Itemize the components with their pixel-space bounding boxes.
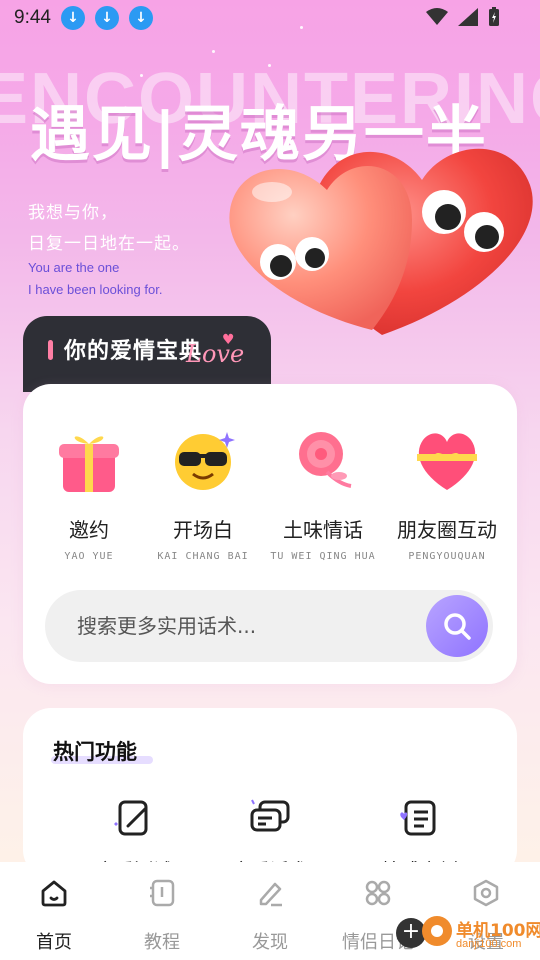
search-bar	[45, 590, 493, 662]
wifi-icon	[426, 8, 448, 25]
sunglasses-emoji-icon	[175, 432, 235, 490]
hero-line-2: 日复一日地在一起。	[28, 234, 190, 254]
battery-icon	[489, 7, 499, 26]
category-label: 土味情话	[283, 518, 363, 542]
category-pinyin: KAI CHANG BAI	[157, 551, 249, 562]
hero-english-1: You are the one	[28, 260, 120, 275]
chat-bubble-icon	[250, 799, 290, 832]
sparkle	[212, 50, 215, 53]
watermark-circle-icon	[422, 916, 452, 946]
category-tuweiqinghua[interactable]: 土味情话 TU WEI QING HUA	[263, 424, 383, 562]
home-icon	[41, 880, 67, 907]
search-input[interactable]	[77, 590, 417, 662]
category-kaichangbai[interactable]: 开场白 KAI CHANG BAI	[143, 424, 263, 562]
status-time: 9:44	[14, 7, 51, 28]
love-guide-card: 邀约 YAO YUE 开场白 KAI CHANG BAI 土味情话 TU WEI…	[23, 384, 517, 684]
list-document-icon	[400, 800, 436, 836]
watermark-url: danji100.com	[456, 938, 522, 950]
search-button[interactable]	[426, 595, 488, 657]
rose-icon	[299, 432, 352, 488]
category-pinyin: TU WEI QING HUA	[270, 551, 376, 562]
category-label: 开场白	[173, 518, 233, 542]
hero-line-1: 我想与你，	[28, 203, 118, 223]
signal-icon	[458, 8, 478, 26]
category-label: 邀约	[69, 518, 109, 542]
heart-gift-icon	[417, 433, 477, 490]
search-icon	[444, 613, 471, 640]
category-yaoyue[interactable]: 邀约 YAO YUE	[29, 424, 149, 562]
status-icons	[426, 7, 500, 27]
settings-icon	[473, 879, 499, 907]
watermark-logo: + 单机100网 danji100.com	[390, 914, 540, 960]
category-pinyin: YAO YUE	[64, 551, 114, 562]
nav-label: 首页	[36, 932, 72, 953]
download-icon: ↓	[94, 6, 119, 30]
love-guide-title: 你的爱情宝典	[64, 339, 203, 364]
download-icon: ↓	[60, 6, 85, 30]
category-pengyouquan[interactable]: 朋友圈互动 PENGYOUQUAN	[387, 424, 507, 562]
sparkle	[300, 26, 303, 29]
category-label: 朋友圈互动	[397, 518, 497, 542]
grid-icon	[365, 880, 391, 906]
nav-home[interactable]: 首页	[0, 862, 108, 960]
book-icon	[150, 879, 175, 907]
hearts-illustration	[229, 148, 533, 335]
download-icon: ↓	[128, 6, 153, 30]
hot-functions-title: 热门功能	[53, 740, 137, 764]
nav-label: 教程	[144, 932, 180, 953]
tab-accent-bar	[48, 340, 53, 360]
edit-note-icon	[114, 800, 148, 836]
category-pinyin: PENGYOUQUAN	[408, 551, 486, 562]
nav-discover[interactable]: 发现	[216, 862, 324, 960]
hero-english-2: I have been looking for.	[28, 282, 163, 297]
nav-tutorial[interactable]: 教程	[108, 862, 216, 960]
hot-functions-card: 热门功能 恋爱测试 恋爱话术 情感案例	[23, 708, 517, 878]
gift-icon	[59, 436, 119, 492]
pen-icon	[259, 882, 282, 907]
heart-icon: ♥	[222, 332, 235, 348]
love-script-text: Love	[186, 340, 245, 368]
nav-label: 发现	[252, 932, 288, 953]
